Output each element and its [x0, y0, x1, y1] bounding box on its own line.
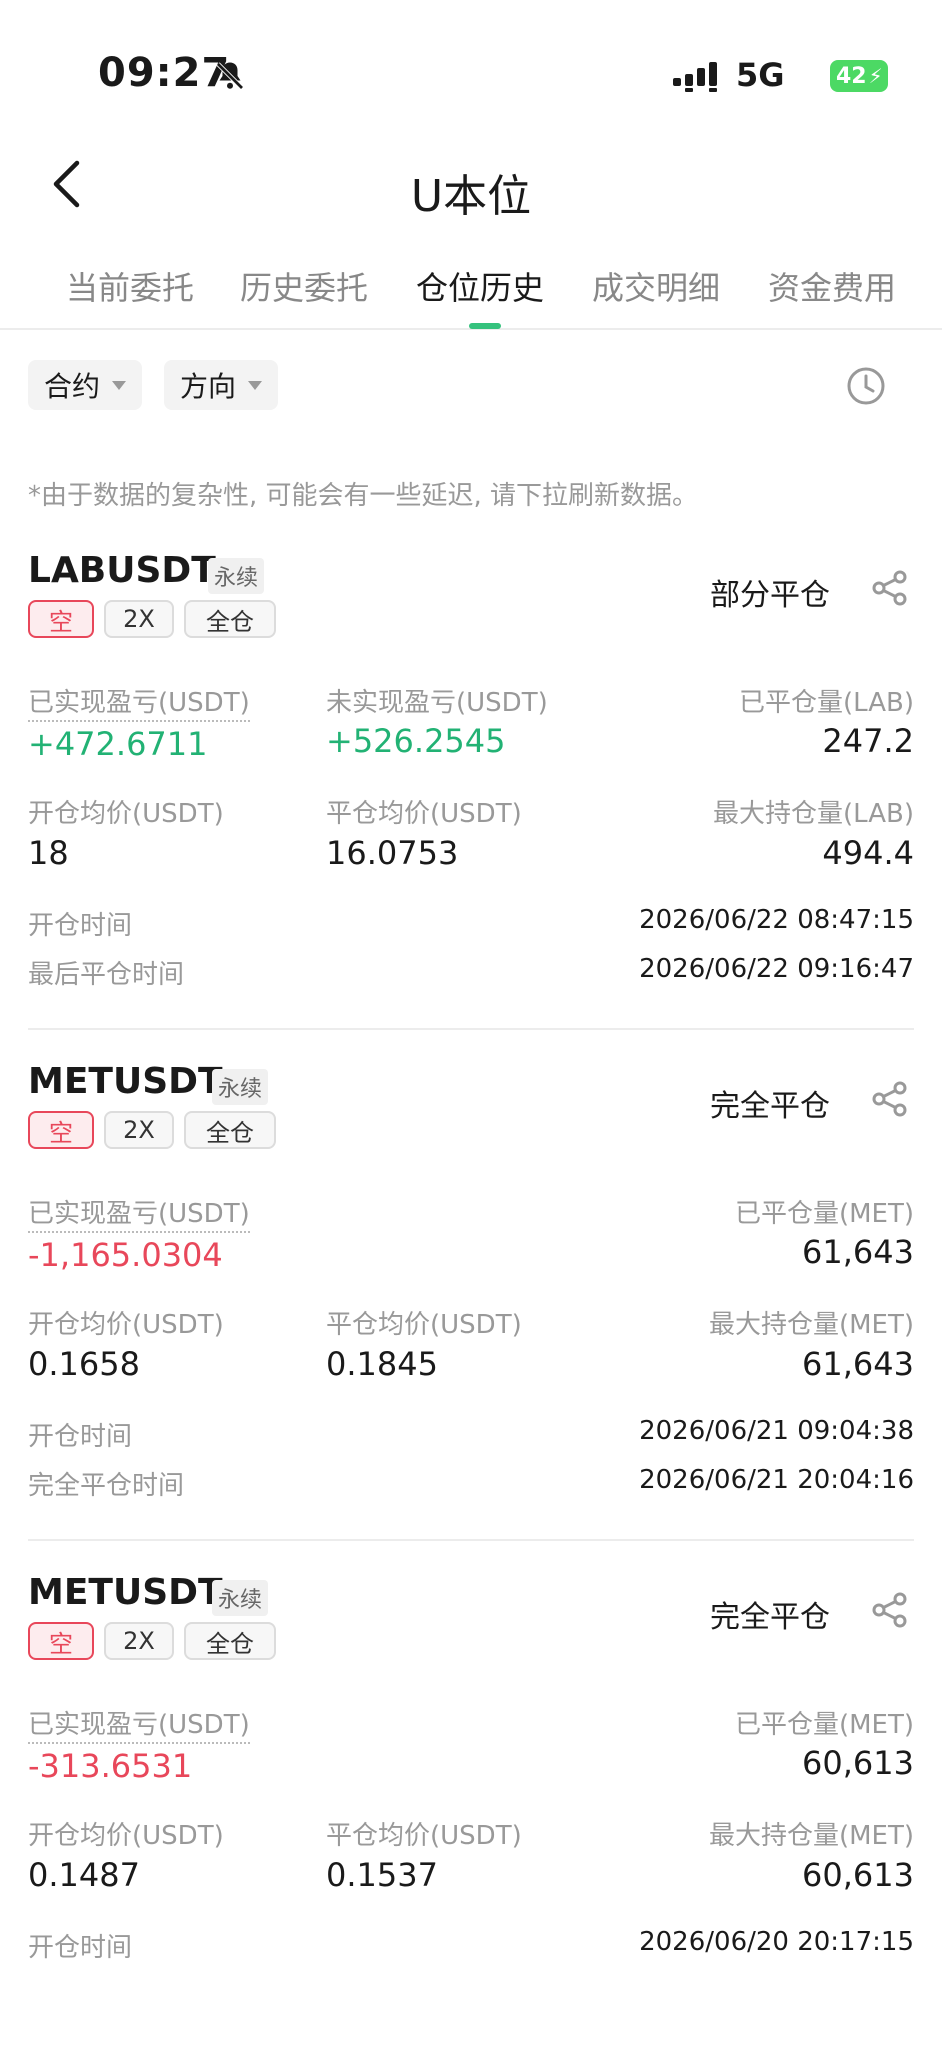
leverage-tag: 2X: [104, 1111, 174, 1149]
network-label: 5G: [736, 56, 785, 94]
perpetual-badge: 永续: [212, 1580, 269, 1616]
tab-position-history[interactable]: 仓位历史: [416, 263, 544, 309]
close-time-value: 2026/06/21 20:04:16: [639, 1465, 914, 1495]
leverage-tag: 2X: [104, 600, 174, 638]
contract-filter[interactable]: 合约: [28, 360, 143, 410]
perpetual-badge: 永续: [208, 558, 265, 594]
open-time-label: 开仓时间: [28, 1422, 133, 1452]
margin-mode-tag: 全仓: [184, 600, 276, 638]
share-icon[interactable]: [870, 568, 910, 608]
unrealized-pnl-label: 未实现盈亏(USDT): [326, 688, 548, 718]
symbol: METUSDT: [28, 1572, 223, 1613]
closed-qty-value: 60,613: [802, 1744, 914, 1782]
max-position-value: 61,643: [802, 1345, 914, 1383]
closed-qty-label: 已平仓量(MET): [734, 1710, 914, 1740]
open-price-label: 开仓均价(USDT): [28, 1310, 224, 1340]
side-tag: 空: [28, 1111, 94, 1149]
side-tag: 空: [28, 600, 94, 638]
realized-pnl-label[interactable]: 已实现盈亏(USDT): [28, 682, 250, 722]
status-time: 09:27: [98, 50, 231, 96]
close-price-label: 平仓均价(USDT): [326, 1821, 522, 1851]
realized-pnl-label[interactable]: 已实现盈亏(USDT): [28, 1193, 250, 1233]
close-status: 完全平仓: [710, 1600, 830, 1635]
margin-mode-tag: 全仓: [184, 1622, 276, 1660]
nav-header: U本位: [0, 140, 942, 240]
status-bar: 09:27 5G 42 ⚡: [0, 0, 942, 150]
open-price-label: 开仓均价(USDT): [28, 1821, 224, 1851]
open-price-value: 0.1487: [28, 1856, 140, 1894]
tab-active-indicator: [469, 323, 501, 329]
open-time-value: 2026/06/21 09:04:38: [639, 1416, 914, 1446]
side-tag: 空: [28, 1622, 94, 1660]
unrealized-pnl-value: +526.2545: [326, 722, 506, 760]
symbol: LABUSDT: [28, 550, 216, 591]
open-price-value: 0.1658: [28, 1345, 140, 1383]
signal-icon: [673, 62, 717, 92]
direction-filter[interactable]: 方向: [164, 360, 279, 410]
realized-pnl-value: -313.6531: [28, 1747, 193, 1785]
page-title: U本位: [410, 171, 532, 222]
close-price-value: 0.1845: [326, 1345, 438, 1383]
close-time-label: 完全平仓时间: [28, 1471, 185, 1501]
tab-funding-fees[interactable]: 资金费用: [768, 263, 896, 309]
card-divider: [28, 1028, 914, 1030]
battery-icon: 42 ⚡: [830, 60, 888, 92]
max-position-value: 60,613: [802, 1856, 914, 1894]
tab-bar: 当前委托 历史委托 仓位历史 成交明细 资金费用: [0, 255, 942, 330]
close-price-value: 16.0753: [326, 834, 459, 872]
leverage-tag: 2X: [104, 1622, 174, 1660]
close-time-label: 最后平仓时间: [28, 960, 185, 990]
direction-filter-label: 方向: [180, 370, 237, 403]
open-time-value: 2026/06/20 20:17:15: [639, 1927, 914, 1957]
max-position-label: 最大持仓量(LAB): [713, 799, 914, 829]
realized-pnl-value: -1,165.0304: [28, 1236, 223, 1274]
max-position-label: 最大持仓量(MET): [708, 1310, 914, 1340]
card-divider: [28, 1539, 914, 1541]
realized-pnl-value: +472.6711: [28, 725, 208, 763]
close-status: 部分平仓: [710, 578, 830, 613]
close-price-label: 平仓均价(USDT): [326, 799, 522, 829]
closed-qty-label: 已平仓量(MET): [734, 1199, 914, 1229]
open-time-label: 开仓时间: [28, 1933, 133, 1963]
max-position-value: 494.4: [822, 834, 914, 872]
close-price-label: 平仓均价(USDT): [326, 1310, 522, 1340]
open-price-label: 开仓均价(USDT): [28, 799, 224, 829]
closed-qty-label: 已平仓量(LAB): [739, 688, 914, 718]
battery-level: 42: [836, 63, 867, 89]
open-time-value: 2026/06/22 08:47:15: [639, 905, 914, 935]
open-time-label: 开仓时间: [28, 911, 133, 941]
perpetual-badge: 永续: [212, 1069, 269, 1105]
contract-filter-label: 合约: [44, 370, 101, 403]
share-icon[interactable]: [870, 1079, 910, 1119]
caret-down-icon: [248, 380, 263, 390]
bell-muted-icon: [216, 62, 244, 90]
tab-current-orders[interactable]: 当前委托: [66, 263, 194, 309]
clock-icon[interactable]: [846, 366, 886, 406]
closed-qty-value: 247.2: [822, 722, 914, 760]
refresh-notice: *由于数据的复杂性, 可能会有一些延迟, 请下拉刷新数据。: [28, 481, 699, 511]
tab-order-history[interactable]: 历史委托: [240, 263, 368, 309]
closed-qty-value: 61,643: [802, 1233, 914, 1271]
tab-trade-details[interactable]: 成交明细: [592, 263, 720, 309]
realized-pnl-label[interactable]: 已实现盈亏(USDT): [28, 1704, 250, 1744]
close-time-value: 2026/06/22 09:16:47: [639, 954, 914, 984]
max-position-label: 最大持仓量(MET): [708, 1821, 914, 1851]
share-icon[interactable]: [870, 1590, 910, 1630]
close-price-value: 0.1537: [326, 1856, 438, 1894]
symbol: METUSDT: [28, 1061, 223, 1102]
caret-down-icon: [112, 380, 127, 390]
margin-mode-tag: 全仓: [184, 1111, 276, 1149]
close-status: 完全平仓: [710, 1089, 830, 1124]
open-price-value: 18: [28, 834, 69, 872]
